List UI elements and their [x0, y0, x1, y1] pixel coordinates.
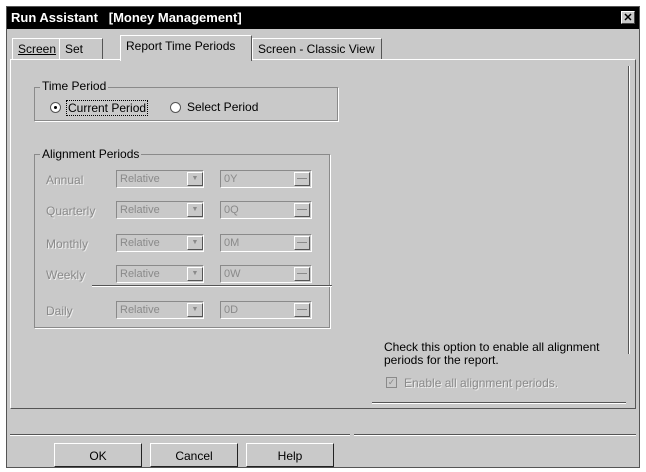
weekly-label: Weekly [46, 268, 86, 282]
daily-spinner-icon[interactable] [294, 303, 310, 317]
monthly-value: 0M [224, 237, 240, 249]
annual-label: Annual [46, 173, 84, 187]
tab-set[interactable]: Set [59, 38, 103, 59]
enable-all-checkbox[interactable]: ✓ [386, 377, 397, 388]
tab-report-time-periods[interactable]: Report Time Periods [120, 35, 252, 61]
daily-dropdown-icon[interactable]: ▼ [187, 303, 203, 317]
help-text: Check this option to enable all alignmen… [384, 340, 600, 367]
monthly-mode-value: Relative [120, 237, 160, 249]
weekly-dropdown-icon[interactable]: ▼ [187, 267, 203, 281]
cancel-button[interactable]: Cancel [150, 443, 238, 467]
quarterly-spinner-icon[interactable] [294, 203, 310, 217]
quarterly-label: Quarterly [46, 204, 96, 218]
tab-screen-label: Screen [18, 42, 57, 56]
help-button[interactable]: Help [246, 443, 334, 467]
annual-spinner-icon[interactable] [294, 172, 310, 186]
monthly-dropdown-icon[interactable]: ▼ [187, 236, 203, 250]
daily-value: 0D [224, 304, 239, 316]
close-icon[interactable]: ✕ [621, 11, 635, 24]
weekly-value: 0W [224, 268, 241, 280]
alignment-periods-legend: Alignment Periods [40, 147, 142, 161]
weekly-separator [92, 285, 332, 287]
annual-dropdown-icon[interactable]: ▼ [187, 172, 203, 186]
daily-mode-value: Relative [120, 304, 160, 316]
ok-button-label: OK [89, 449, 107, 463]
tab-report-time-periods-label: Report Time Periods [126, 39, 236, 53]
current-period-label[interactable]: Current Period [66, 100, 149, 116]
help-separator [372, 402, 626, 404]
window-title: Run Assistant [Money Management] [11, 10, 242, 25]
time-period-legend: Time Period [40, 79, 109, 93]
tab-screen-classic-view[interactable]: Screen - Classic View [252, 38, 382, 59]
select-period-label[interactable]: Select Period [187, 100, 258, 114]
bottom-separator-right [354, 434, 636, 436]
monthly-spinner-icon[interactable] [294, 236, 310, 250]
quarterly-value: 0Q [224, 204, 239, 216]
weekly-spinner-icon[interactable] [294, 267, 310, 281]
current-period-radio[interactable] [50, 102, 61, 113]
annual-mode-value: Relative [120, 173, 160, 185]
right-separator [628, 66, 630, 354]
select-period-radio[interactable] [170, 102, 181, 113]
ok-button[interactable]: OK [54, 443, 142, 467]
daily-label: Daily [46, 304, 73, 318]
tab-screen[interactable]: Screen [12, 38, 60, 59]
enable-all-label[interactable]: Enable all alignment periods. [404, 376, 558, 390]
tab-screen-classic-view-label: Screen - Classic View [258, 42, 375, 56]
help-button-label: Help [277, 449, 303, 463]
monthly-label: Monthly [46, 237, 89, 251]
cancel-button-label: Cancel [175, 449, 213, 463]
title-bar[interactable]: Run Assistant [Money Management] ✕ [7, 7, 639, 29]
bottom-separator-left [10, 434, 350, 436]
weekly-mode-value: Relative [120, 268, 160, 280]
quarterly-dropdown-icon[interactable]: ▼ [187, 203, 203, 217]
quarterly-mode-value: Relative [120, 204, 160, 216]
annual-value: 0Y [224, 173, 238, 185]
tab-set-label: Set [65, 42, 84, 56]
